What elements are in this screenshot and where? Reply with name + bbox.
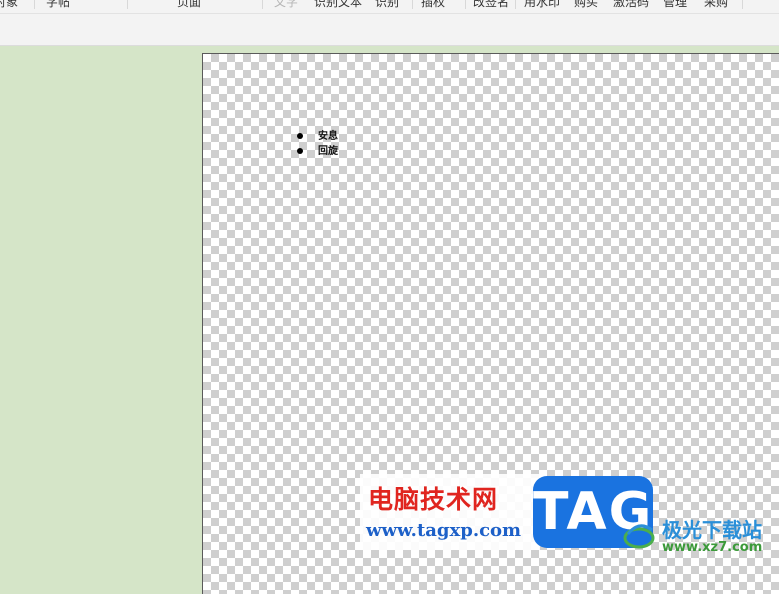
ribbon-separator [515, 0, 516, 9]
ribbon-item-purchase[interactable]: 采购 [704, 0, 728, 10]
ribbon-separator [127, 0, 128, 9]
ribbon-item-page[interactable]: 页面 [177, 0, 201, 10]
aurora-logo-icon [623, 524, 655, 549]
ribbon-item-activation-code[interactable]: 激活码 [613, 0, 649, 10]
ribbon-separator [34, 0, 35, 9]
ribbon-item-copybook[interactable]: 字帖 [46, 0, 70, 10]
watermark-site-url: www.tagxp.com [366, 520, 522, 541]
list-item[interactable]: 安息 [296, 129, 338, 144]
list-item[interactable]: 回旋 [296, 144, 338, 159]
watermark-brand-url: www.xz7.com [662, 540, 763, 555]
ribbon-item-watermark[interactable]: 用水印 [524, 0, 560, 10]
ribbon-item-signature[interactable]: 改签名 [473, 0, 509, 10]
ribbon-item-insert[interactable]: 插权 [421, 0, 445, 10]
ribbon-item-manage[interactable]: 管理 [663, 0, 687, 10]
bullet-icon [297, 133, 303, 139]
bullet-icon [297, 148, 303, 154]
ribbon-item-text[interactable]: 文字 [274, 0, 298, 10]
ribbon-separator [742, 0, 743, 9]
watermark-site-panel: 电脑技术网 www.tagxp.com [360, 474, 540, 550]
list-item-text: 回旋 [318, 146, 338, 157]
ribbon-toolbar: 对象 字帖 页面 文字 识别文本 识别 插权 改签名 用水印 购买 激活码 管理… [0, 0, 779, 14]
ribbon-separator [412, 0, 413, 9]
ribbon-item-recognize-text[interactable]: 识别文本 [314, 0, 362, 10]
ribbon-item-recognize[interactable]: 识别 [375, 0, 399, 10]
bullet-list: 安息 回旋 [296, 129, 338, 159]
ribbon-item-object[interactable]: 对象 [0, 0, 18, 10]
watermark-brand: 极光下载站 www.xz7.com [622, 512, 779, 558]
list-item-text: 安息 [318, 131, 338, 142]
watermark-site-name: 电脑技术网 [368, 485, 499, 514]
ribbon-separator [465, 0, 466, 9]
ribbon-separator [262, 0, 263, 9]
ribbon-item-buy[interactable]: 购买 [574, 0, 598, 10]
secondary-toolbar [0, 14, 779, 46]
watermark-brand-name: 极光下载站 [662, 518, 762, 542]
